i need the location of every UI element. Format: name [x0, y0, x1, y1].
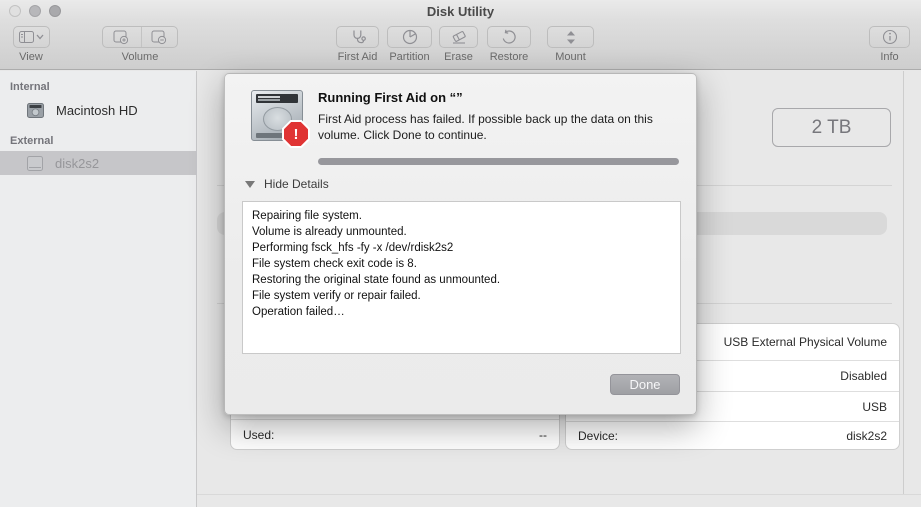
sidebar-item-macintosh-hd[interactable]: Macintosh HD	[0, 98, 197, 122]
eraser-icon	[452, 30, 466, 44]
log-line: File system check exit code is 8.	[252, 258, 417, 270]
table-row: Used: --	[231, 419, 559, 449]
first-aid-dialog: ! Running First Aid on “” First Aid proc…	[224, 73, 697, 415]
sidebar-item-label: disk2s2	[55, 155, 100, 171]
mount-label: Mount	[555, 51, 586, 63]
view-button[interactable]	[13, 26, 50, 48]
first-aid-button[interactable]	[336, 26, 379, 48]
dialog-message: First Aid process has failed. If possibl…	[318, 112, 653, 142]
log-line: File system verify or repair failed.	[252, 290, 421, 302]
info-icon	[882, 29, 897, 45]
sidebar-item-label: Macintosh HD	[56, 102, 138, 118]
restore-arrow-icon	[502, 29, 516, 44]
restore-button[interactable]	[487, 26, 531, 48]
sidebar-item-disk2s2[interactable]: disk2s2	[0, 151, 197, 175]
hide-details-label: Hide Details	[264, 177, 329, 191]
stethoscope-icon	[352, 30, 366, 44]
partition-button[interactable]	[387, 26, 432, 48]
internal-disk-icon	[27, 102, 44, 118]
external-disk-icon	[27, 155, 43, 171]
hard-drive-warning-icon: !	[249, 88, 310, 148]
partition-pie-icon	[402, 29, 417, 45]
volume-label: Volume	[121, 51, 159, 63]
table-row: Device: disk2s2	[566, 421, 899, 449]
disclosure-triangle-icon	[245, 180, 255, 188]
volume-control	[102, 26, 178, 48]
done-button[interactable]: Done	[610, 374, 680, 395]
log-line: Operation failed…	[252, 306, 345, 318]
row-label: Device:	[578, 428, 619, 443]
log-line: Restoring the original state found as un…	[252, 274, 501, 286]
chevron-down-icon	[36, 34, 44, 40]
sidebar: Internal Macintosh HD External disk2s2	[0, 71, 197, 507]
info-button[interactable]	[869, 26, 910, 48]
view-label: View	[19, 51, 43, 63]
row-label: Used:	[243, 427, 275, 442]
row-value: disk2s2	[846, 428, 887, 443]
remove-volume-button[interactable]	[140, 27, 178, 47]
log-line: Performing fsck_hfs -fy -x /dev/rdisk2s2	[252, 242, 454, 254]
remove-volume-icon	[151, 30, 167, 44]
sidebar-section-internal: Internal	[10, 81, 50, 93]
window-title: Disk Utility	[426, 4, 495, 19]
sidebar-section-external: External	[10, 135, 54, 147]
info-label: Info	[880, 51, 899, 63]
first-aid-log: Repairing file system. Volume is already…	[242, 201, 681, 354]
error-badge-icon: !	[282, 120, 310, 148]
row-value: USB	[862, 399, 887, 414]
add-volume-icon	[113, 30, 128, 44]
row-value: Disabled	[840, 369, 887, 384]
mount-button[interactable]	[547, 26, 594, 48]
row-value: USB External Physical Volume	[723, 335, 887, 350]
titlebar: Disk Utility	[0, 0, 921, 22]
capacity-badge: 2 TB	[772, 108, 891, 147]
sidebar-panel-icon	[19, 31, 34, 43]
disk-utility-window: Disk Utility View Volume First Aid Parti…	[0, 0, 921, 507]
dialog-title: Running First Aid on “”	[318, 90, 463, 105]
add-volume-button[interactable]	[103, 27, 139, 47]
mount-eject-icon	[566, 30, 575, 44]
row-value: --	[539, 427, 547, 442]
restore-label: Restore	[489, 51, 529, 63]
progress-bar	[318, 158, 679, 165]
bottom-divider	[197, 494, 921, 495]
content-right-edge	[903, 71, 904, 495]
hide-details-toggle[interactable]: Hide Details	[245, 177, 329, 191]
log-line: Repairing file system.	[252, 210, 362, 222]
window-header: Disk Utility View Volume First Aid Parti…	[0, 0, 921, 70]
erase-button[interactable]	[439, 26, 478, 48]
log-line: Volume is already unmounted.	[252, 226, 407, 238]
